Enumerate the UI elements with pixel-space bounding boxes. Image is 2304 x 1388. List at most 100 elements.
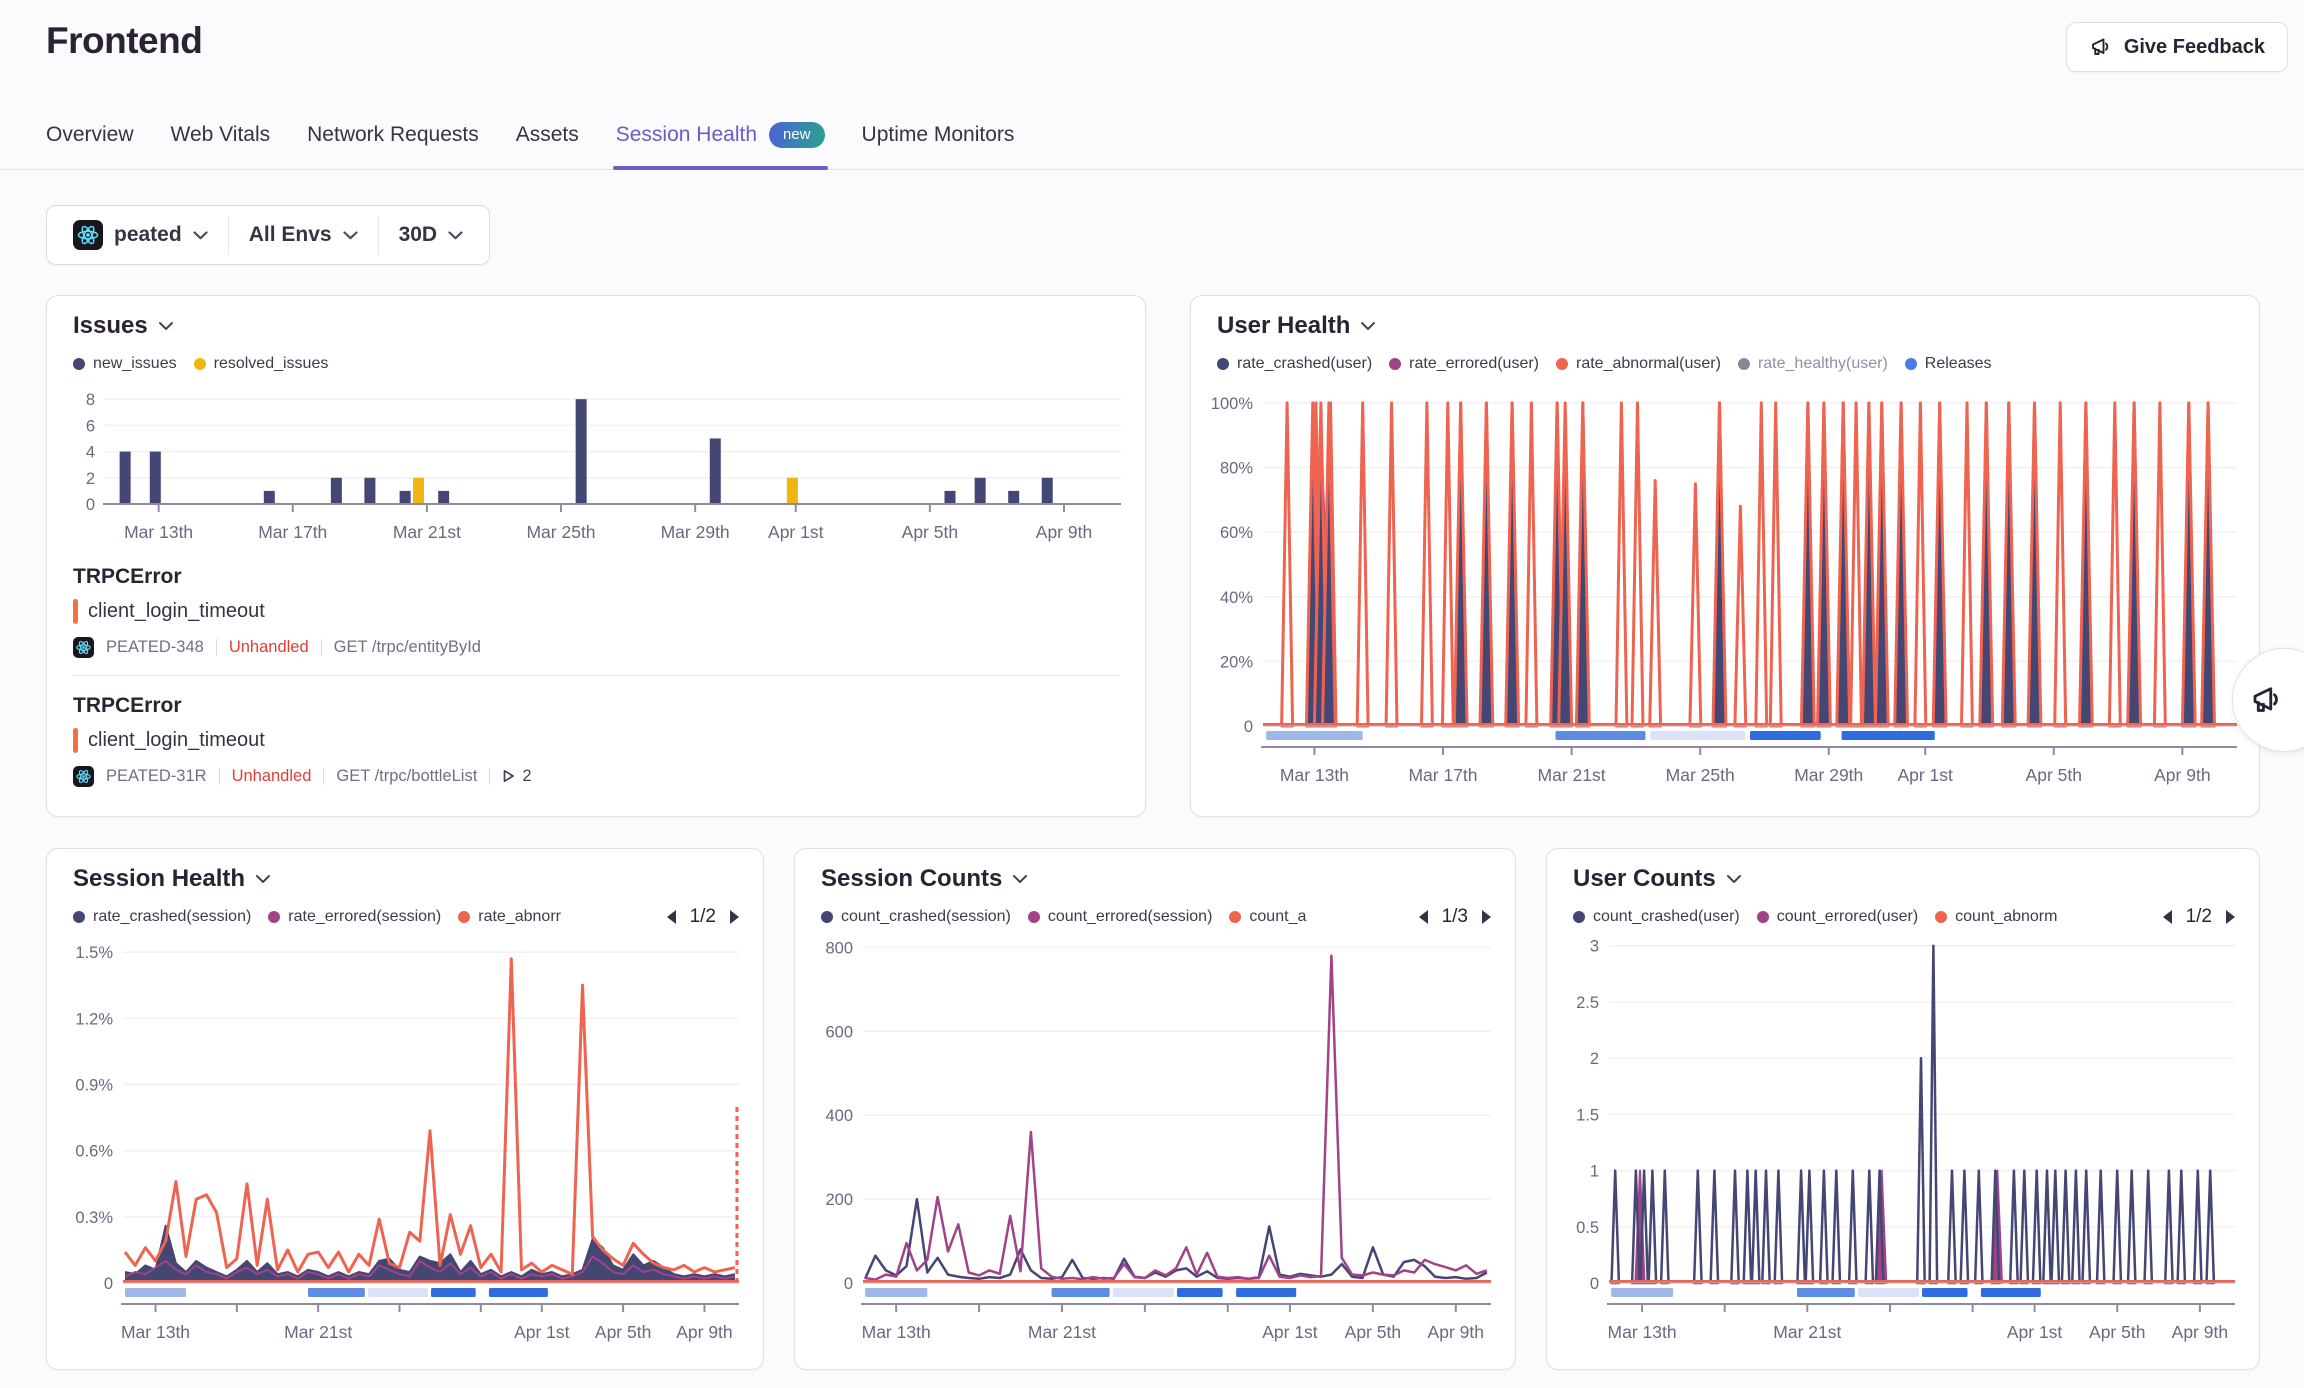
session-health-panel: Session Health rate_crashed(session) rat… xyxy=(46,848,764,1370)
give-feedback-button[interactable]: Give Feedback xyxy=(2066,22,2288,72)
svg-text:2: 2 xyxy=(1590,1050,1599,1068)
pager-next-icon[interactable] xyxy=(728,909,741,925)
issue-short-id: PEATED-348 xyxy=(106,638,204,657)
meta-divider xyxy=(216,639,217,656)
issues-bar-chart[interactable]: 02468Mar 13thMar 17thMar 21stMar 25thMar… xyxy=(57,380,1135,550)
svg-text:60%: 60% xyxy=(1220,524,1253,542)
svg-text:0.9%: 0.9% xyxy=(75,1077,113,1095)
meta-divider xyxy=(489,768,490,785)
legend-item[interactable]: count_errored(session) xyxy=(1028,908,1213,926)
pager-next-icon[interactable] xyxy=(2224,909,2237,925)
legend-item[interactable]: resolved_issues xyxy=(194,355,329,373)
pager-prev-icon[interactable] xyxy=(1417,909,1430,925)
tab-web-vitals[interactable]: Web Vitals xyxy=(171,100,271,169)
environment-filter-value: All Envs xyxy=(249,223,332,247)
legend-item[interactable]: rate_errored(session) xyxy=(268,908,441,926)
user-health-panel-title: User Health xyxy=(1217,312,1350,340)
issue-row[interactable]: TRPCError client_login_timeout PEATED-31… xyxy=(73,693,1119,787)
date-range-filter[interactable]: 30D xyxy=(379,217,484,253)
svg-text:Mar 29th: Mar 29th xyxy=(1794,765,1863,785)
replay-count-link[interactable]: 2 xyxy=(502,767,531,786)
svg-text:2: 2 xyxy=(86,470,95,488)
svg-text:Mar 21st: Mar 21st xyxy=(284,1322,352,1342)
pager-label: 1/2 xyxy=(2186,906,2212,928)
svg-text:1.5%: 1.5% xyxy=(75,944,113,962)
svg-text:4: 4 xyxy=(86,444,95,462)
meta-divider xyxy=(323,768,324,785)
tab-assets[interactable]: Assets xyxy=(516,100,579,169)
legend-item[interactable]: count_crashed(user) xyxy=(1573,908,1740,926)
session-counts-panel: Session Counts count_crashed(session) co… xyxy=(794,848,1516,1370)
svg-text:Mar 25th: Mar 25th xyxy=(1666,765,1735,785)
svg-text:0: 0 xyxy=(1244,718,1253,736)
svg-text:Apr 9th: Apr 9th xyxy=(2172,1322,2228,1342)
legend-item[interactable]: new_issues xyxy=(73,355,177,373)
tab-overview[interactable]: Overview xyxy=(46,100,134,169)
issue-transaction: GET /trpc/bottleList xyxy=(336,767,477,786)
date-range-value: 30D xyxy=(399,223,438,247)
tab-session-health[interactable]: Session Health new xyxy=(616,100,825,169)
issue-transaction: GET /trpc/entityById xyxy=(334,638,481,657)
issues-panel-title: Issues xyxy=(73,312,148,340)
series-dot xyxy=(1229,911,1241,923)
series-dot xyxy=(268,911,280,923)
legend-item[interactable]: rate_healthy(user) xyxy=(1738,355,1888,373)
issue-row[interactable]: TRPCError client_login_timeout PEATED-34… xyxy=(73,564,1119,658)
legend-item[interactable]: count_abnorm xyxy=(1935,908,2057,926)
issues-panel-menu[interactable]: Issues xyxy=(73,312,174,340)
legend-item[interactable]: count_errored(user) xyxy=(1757,908,1918,926)
tab-network-requests[interactable]: Network Requests xyxy=(307,100,479,169)
session-counts-panel-title: Session Counts xyxy=(821,865,1002,893)
legend-item[interactable]: count_a xyxy=(1229,908,1306,926)
tab-uptime-monitors[interactable]: Uptime Monitors xyxy=(862,100,1015,169)
user-health-chart[interactable]: 020%40%60%80%100%Mar 13thMar 17thMar 21s… xyxy=(1201,378,2249,798)
pager-next-icon[interactable] xyxy=(1480,909,1493,925)
svg-text:Apr 5th: Apr 5th xyxy=(1345,1322,1401,1342)
legend-item[interactable]: rate_abnormal(user) xyxy=(1556,355,1721,373)
user-health-panel-menu[interactable]: User Health xyxy=(1217,312,1376,340)
react-project-icon xyxy=(73,637,94,658)
session-health-chart[interactable]: 00.3%0.6%0.9%1.2%1.5%Mar 13thMar 21stApr… xyxy=(57,927,753,1357)
issue-culprit: client_login_timeout xyxy=(88,729,265,752)
legend-item[interactable]: rate_crashed(session) xyxy=(73,908,251,926)
legend-item[interactable]: rate_abnorr xyxy=(458,908,561,926)
project-filter[interactable]: peated xyxy=(53,217,228,253)
svg-text:2.5: 2.5 xyxy=(1576,994,1599,1012)
new-badge: new xyxy=(769,122,825,148)
svg-text:0.5: 0.5 xyxy=(1576,1219,1599,1237)
pager-prev-icon[interactable] xyxy=(665,909,678,925)
session-counts-chart[interactable]: 0200400600800Mar 13thMar 21stApr 1stApr … xyxy=(805,927,1505,1357)
svg-text:Mar 25th: Mar 25th xyxy=(526,522,595,542)
legend-item[interactable]: rate_crashed(user) xyxy=(1217,355,1372,373)
frontend-dashboard: Frontend Give Feedback Overview Web Vita… xyxy=(0,0,2304,1388)
give-feedback-label: Give Feedback xyxy=(2124,36,2265,59)
svg-text:Mar 13th: Mar 13th xyxy=(121,1322,190,1342)
svg-text:0.3%: 0.3% xyxy=(75,1209,113,1227)
page-title: Frontend xyxy=(46,20,202,62)
svg-text:600: 600 xyxy=(825,1023,853,1041)
series-dot xyxy=(821,911,833,923)
session-counts-panel-menu[interactable]: Session Counts xyxy=(821,865,1028,893)
user-counts-chart[interactable]: 00.511.522.53Mar 13thMar 21stApr 1stApr … xyxy=(1557,927,2249,1357)
issue-title-link[interactable]: TRPCError xyxy=(73,693,1119,719)
pager-prev-icon[interactable] xyxy=(2161,909,2174,925)
session-health-legend: rate_crashed(session) rate_errored(sessi… xyxy=(73,906,643,928)
legend-item[interactable]: rate_errored(user) xyxy=(1389,355,1539,373)
filter-bar: peated All Envs 30D xyxy=(46,205,490,265)
user-counts-panel-menu[interactable]: User Counts xyxy=(1573,865,1742,893)
series-dot xyxy=(73,358,85,370)
environment-filter[interactable]: All Envs xyxy=(229,217,378,253)
issue-short-id: PEATED-31R xyxy=(106,767,207,786)
legend-item[interactable]: count_crashed(session) xyxy=(821,908,1011,926)
session-health-panel-menu[interactable]: Session Health xyxy=(73,865,271,893)
issue-title-link[interactable]: TRPCError xyxy=(73,564,1119,590)
legend-item[interactable]: Releases xyxy=(1905,355,1992,373)
svg-text:Mar 29th: Mar 29th xyxy=(661,522,730,542)
project-filter-value: peated xyxy=(114,223,182,247)
megaphone-icon xyxy=(2249,682,2285,718)
chevron-down-icon xyxy=(255,874,271,884)
issues-legend: new_issues resolved_issues xyxy=(73,353,1119,375)
svg-text:Apr 1st: Apr 1st xyxy=(1262,1322,1318,1342)
svg-text:Apr 1st: Apr 1st xyxy=(1897,765,1953,785)
user-health-legend: rate_crashed(user) rate_errored(user) ra… xyxy=(1217,353,2233,375)
